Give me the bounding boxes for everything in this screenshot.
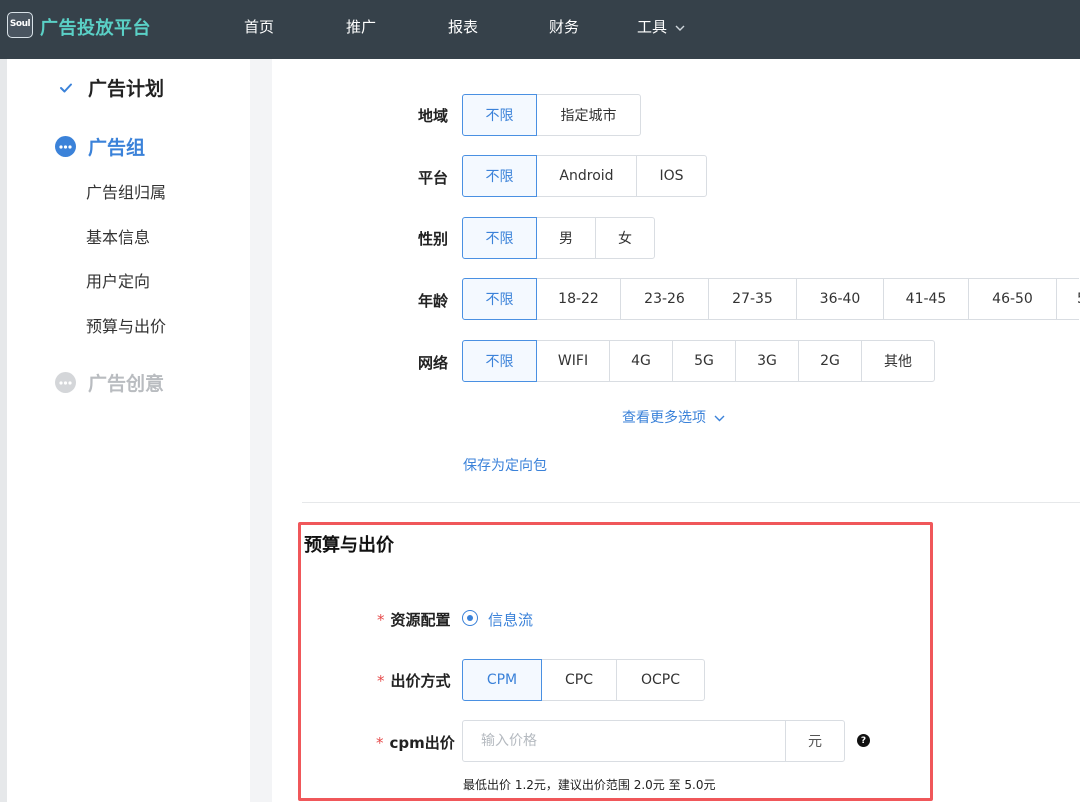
- bid-method-option-cpm[interactable]: CPM: [462, 659, 542, 701]
- step-ad-group[interactable]: 广告组: [55, 133, 145, 160]
- step-ad-creative-label: 广告创意: [88, 373, 165, 395]
- network-option-3g[interactable]: 3G: [735, 340, 799, 382]
- resource-config-label: * 资源配置: [377, 609, 451, 630]
- bid-method-label-text: 出价方式: [390, 672, 451, 690]
- platform-option-unlimited[interactable]: 不限: [462, 155, 537, 197]
- platform-option-android[interactable]: Android: [536, 155, 637, 197]
- sidebar-item-user-targeting[interactable]: 用户定向: [86, 268, 150, 292]
- budget-bid-section-title: 预算与出价: [304, 535, 394, 556]
- sidebar-item-basic-info[interactable]: 基本信息: [86, 224, 150, 248]
- cpm-bid-label-text: cpm出价: [389, 734, 455, 752]
- resource-config-label-text: 资源配置: [390, 611, 451, 629]
- gender-option-female[interactable]: 女: [595, 217, 655, 259]
- region-selector: 不限 指定城市: [462, 94, 641, 136]
- sidebar: [7, 59, 250, 802]
- cpm-bid-label: * cpm出价: [376, 732, 455, 753]
- more-options-label: 查看更多选项: [622, 410, 706, 426]
- platform-selector: 不限 Android IOS: [462, 155, 707, 197]
- more-options-link[interactable]: 查看更多选项: [622, 407, 725, 427]
- step-ad-group-label: 广告组: [88, 137, 146, 159]
- age-selector: 不限 18-22 23-26 27-35 36-40 41-45 46-50 5: [462, 278, 1080, 320]
- network-option-2g[interactable]: 2G: [798, 340, 862, 382]
- network-option-5g[interactable]: 5G: [672, 340, 736, 382]
- gender-option-male[interactable]: 男: [536, 217, 596, 259]
- price-unit: 元: [785, 720, 845, 762]
- bid-method-label: * 出价方式: [377, 670, 451, 691]
- region-option-city[interactable]: 指定城市: [536, 94, 641, 136]
- question-icon[interactable]: ?: [857, 734, 870, 747]
- age-option-more[interactable]: 5: [1056, 278, 1080, 320]
- region-option-unlimited[interactable]: 不限: [462, 94, 537, 136]
- sidebar-item-budget-bid[interactable]: 预算与出价: [86, 313, 166, 337]
- save-targeting-package-link[interactable]: 保存为定向包: [463, 455, 547, 475]
- gender-label: 性别: [418, 230, 449, 248]
- step-ad-plan[interactable]: 广告计划: [55, 74, 164, 101]
- bid-method-selector: CPM CPC OCPC: [462, 659, 705, 701]
- age-label: 年龄: [418, 292, 449, 310]
- soul-logo-icon: Soul: [7, 12, 33, 38]
- top-navigation-bar: Soul 广告投放平台 首页 推广 报表 财务 工具: [0, 0, 1080, 59]
- cpm-price-input[interactable]: [462, 720, 786, 762]
- age-option-unlimited[interactable]: 不限: [462, 278, 537, 320]
- nav-finance[interactable]: 财务: [549, 16, 579, 37]
- required-mark: *: [377, 611, 385, 629]
- network-option-other[interactable]: 其他: [861, 340, 935, 382]
- platform-title: 广告投放平台: [40, 18, 151, 39]
- bid-hint-text: 最低出价 1.2元，建议出价范围 2.0元 至 5.0元: [463, 778, 716, 792]
- nav-tools-label: 工具: [637, 18, 668, 36]
- platform-label: 平台: [418, 169, 449, 187]
- resource-radio-feed-label[interactable]: 信息流: [488, 609, 533, 630]
- nav-tools[interactable]: 工具: [637, 16, 685, 37]
- region-label: 地域: [418, 107, 449, 125]
- step-ad-creative[interactable]: 广告创意: [55, 369, 164, 396]
- bid-method-option-cpc[interactable]: CPC: [541, 659, 617, 701]
- step-ad-plan-label: 广告计划: [88, 78, 165, 100]
- platform-option-ios[interactable]: IOS: [636, 155, 707, 197]
- network-option-4g[interactable]: 4G: [609, 340, 673, 382]
- chevron-down-icon: [675, 22, 685, 35]
- network-option-unlimited[interactable]: 不限: [462, 340, 537, 382]
- required-mark: *: [376, 734, 384, 752]
- radio-dot: [467, 615, 473, 621]
- more-dots-icon: [55, 136, 76, 157]
- bid-method-option-ocpc[interactable]: OCPC: [616, 659, 705, 701]
- resource-radio-feed[interactable]: [462, 610, 478, 626]
- more-dots-icon: [55, 372, 76, 393]
- gender-option-unlimited[interactable]: 不限: [462, 217, 537, 259]
- check-icon: [55, 77, 76, 98]
- nav-reports[interactable]: 报表: [448, 16, 478, 37]
- sidebar-gap: [250, 59, 272, 802]
- age-option-27-35[interactable]: 27-35: [708, 278, 797, 320]
- nav-promotion[interactable]: 推广: [346, 16, 376, 37]
- nav-home[interactable]: 首页: [244, 16, 274, 37]
- age-option-46-50[interactable]: 46-50: [968, 278, 1057, 320]
- network-label: 网络: [418, 354, 449, 372]
- required-mark: *: [377, 672, 385, 690]
- age-option-23-26[interactable]: 23-26: [620, 278, 709, 320]
- gender-selector: 不限 男 女: [462, 217, 655, 259]
- age-option-18-22[interactable]: 18-22: [536, 278, 621, 320]
- network-selector: 不限 WIFI 4G 5G 3G 2G 其他: [462, 340, 935, 382]
- window-edge: [0, 59, 7, 802]
- section-divider: [302, 502, 1080, 503]
- network-option-wifi[interactable]: WIFI: [536, 340, 610, 382]
- sidebar-item-group-ownership[interactable]: 广告组归属: [86, 179, 166, 203]
- age-option-36-40[interactable]: 36-40: [796, 278, 884, 320]
- chevron-down-icon: [714, 410, 725, 426]
- age-option-41-45[interactable]: 41-45: [883, 278, 969, 320]
